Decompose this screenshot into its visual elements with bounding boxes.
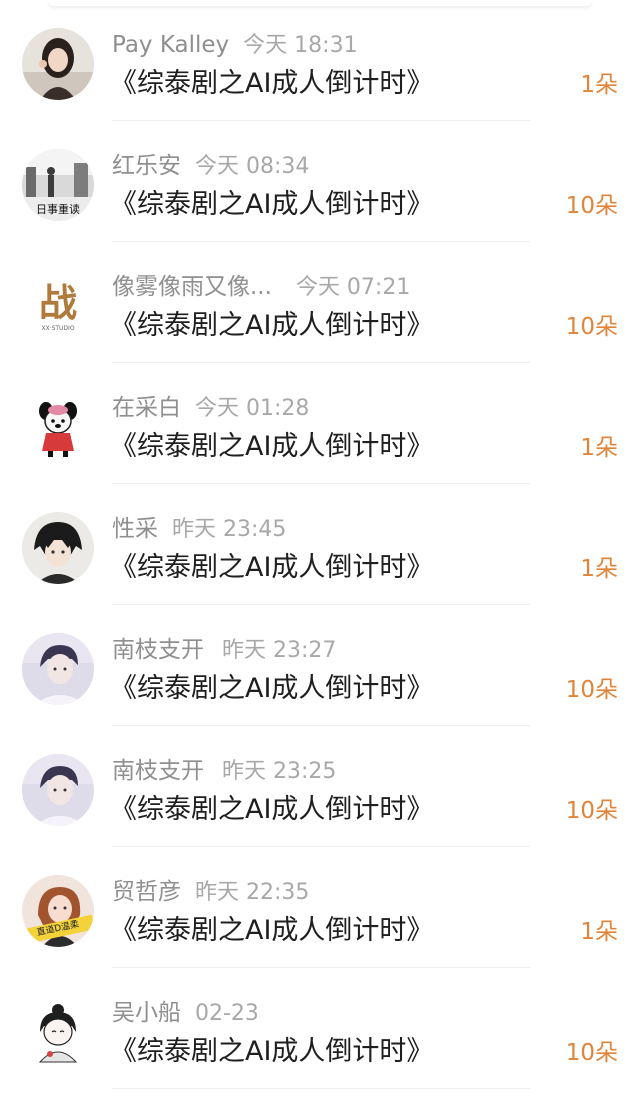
avatar-caption: XX·STUDIO	[41, 325, 74, 332]
timestamp: 昨天 23:25	[222, 759, 337, 784]
list-item[interactable]: 南枝支开 昨天 23:27 《综泰剧之AI成人倒计时》 10朵	[0, 605, 640, 726]
timestamp: 02-23	[195, 1001, 259, 1026]
list-item[interactable]: 性采 昨天 23:45 《综泰剧之AI成人倒计时》 1朵	[0, 484, 640, 605]
work-title[interactable]: 《综泰剧之AI成人倒计时》	[110, 185, 433, 225]
work-title[interactable]: 《综泰剧之AI成人倒计时》	[110, 306, 433, 346]
avatar-glyph: 战	[39, 280, 77, 325]
work-title[interactable]: 《综泰剧之AI成人倒计时》	[110, 64, 433, 104]
timestamp: 昨天 23:45	[172, 517, 287, 542]
item-meta: 南枝支开 昨天 23:25	[112, 756, 336, 786]
sender-name[interactable]: 在采白	[112, 393, 181, 423]
list-item[interactable]: 日事重读 红乐安 今天 08:34 《综泰剧之AI成人倒计时》 10朵	[0, 121, 640, 242]
avatar[interactable]: 战 XX·STUDIO	[22, 270, 94, 342]
avatar[interactable]	[22, 754, 94, 826]
work-title[interactable]: 《综泰剧之AI成人倒计时》	[110, 911, 433, 951]
gift-count: 10朵	[565, 314, 618, 340]
list-item[interactable]: 南枝支开 昨天 23:25 《综泰剧之AI成人倒计时》 10朵	[0, 726, 640, 847]
work-title[interactable]: 《综泰剧之AI成人倒计时》	[110, 427, 433, 467]
sender-name[interactable]: 性采	[112, 514, 158, 544]
item-meta: 性采 昨天 23:45	[112, 514, 286, 544]
gift-count: 1朵	[580, 435, 618, 461]
item-meta: 南枝支开 昨天 23:27	[112, 635, 336, 665]
sender-name[interactable]: 像雾像雨又像...	[112, 272, 272, 302]
list-item[interactable]: 吴小船 02-23 《综泰剧之AI成人倒计时》 10朵	[0, 968, 640, 1089]
timestamp: 昨天 23:27	[222, 638, 337, 663]
avatar[interactable]	[22, 512, 94, 584]
gift-count: 10朵	[565, 677, 618, 703]
gift-count: 1朵	[580, 72, 618, 98]
calligraphy-logo-icon: 战 XX·STUDIO	[22, 270, 94, 342]
item-meta: 吴小船 02-23	[112, 998, 259, 1028]
work-title[interactable]: 《综泰剧之AI成人倒计时》	[110, 790, 433, 830]
gift-count: 10朵	[565, 1040, 618, 1066]
gift-count: 10朵	[565, 193, 618, 219]
cartoon-girl-icon	[22, 996, 94, 1068]
avatar[interactable]	[22, 28, 94, 100]
item-meta: 红乐安 今天 08:34	[112, 151, 309, 181]
gift-count: 10朵	[565, 798, 618, 824]
timestamp: 今天 18:31	[243, 33, 358, 58]
work-title[interactable]: 《综泰剧之AI成人倒计时》	[110, 548, 433, 588]
avatar[interactable]	[22, 633, 94, 705]
avatar-caption: 日事重读	[36, 202, 80, 216]
timestamp: 今天 07:21	[295, 275, 411, 300]
avatar[interactable]	[22, 996, 94, 1068]
man-portrait-icon	[22, 633, 94, 705]
list-item[interactable]: Pay Kalley 今天 18:31 《综泰剧之AI成人倒计时》 1朵	[0, 0, 640, 121]
sender-name[interactable]: 南枝支开	[112, 635, 204, 665]
anime-boy-icon	[22, 512, 94, 584]
gift-count: 1朵	[580, 919, 618, 945]
list-item[interactable]: 直道D温柔 贸哲彦 昨天 22:35 《综泰剧之AI成人倒计时》 1朵	[0, 847, 640, 968]
list-item[interactable]: 战 XX·STUDIO 像雾像雨又像... 今天 07:21 《综泰剧之AI成人倒…	[0, 242, 640, 363]
sender-name[interactable]: 红乐安	[112, 151, 181, 181]
sender-name[interactable]: 吴小船	[112, 998, 181, 1028]
gift-count: 1朵	[580, 556, 618, 582]
item-meta: Pay Kalley 今天 18:31	[112, 30, 358, 60]
avatar[interactable]	[22, 391, 94, 463]
girl-photo-icon	[22, 28, 94, 100]
timestamp: 昨天 22:35	[195, 880, 310, 905]
gift-notification-list: Pay Kalley 今天 18:31 《综泰剧之AI成人倒计时》 1朵 日事重读…	[0, 0, 640, 1100]
cartoon-dog-icon	[22, 391, 94, 463]
list-item[interactable]: 在采白 今天 01:28 《综泰剧之AI成人倒计时》 1朵	[0, 363, 640, 484]
work-title[interactable]: 《综泰剧之AI成人倒计时》	[110, 1032, 433, 1072]
street-photo-icon: 日事重读	[22, 149, 94, 221]
divider	[112, 1088, 530, 1089]
timestamp: 今天 08:34	[195, 154, 310, 179]
sender-name[interactable]: 南枝支开	[112, 756, 204, 786]
sender-name[interactable]: Pay Kalley	[112, 30, 229, 60]
woman-portrait-icon: 直道D温柔	[22, 875, 94, 947]
work-title[interactable]: 《综泰剧之AI成人倒计时》	[110, 669, 433, 709]
sender-name[interactable]: 贸哲彦	[112, 877, 181, 907]
item-meta: 像雾像雨又像... 今天 07:21	[112, 272, 410, 302]
timestamp: 今天 01:28	[195, 396, 310, 421]
item-meta: 在采白 今天 01:28	[112, 393, 309, 423]
avatar[interactable]: 日事重读	[22, 149, 94, 221]
man-portrait-icon	[22, 754, 94, 826]
item-meta: 贸哲彦 昨天 22:35	[112, 877, 309, 907]
avatar[interactable]: 直道D温柔	[22, 875, 94, 947]
